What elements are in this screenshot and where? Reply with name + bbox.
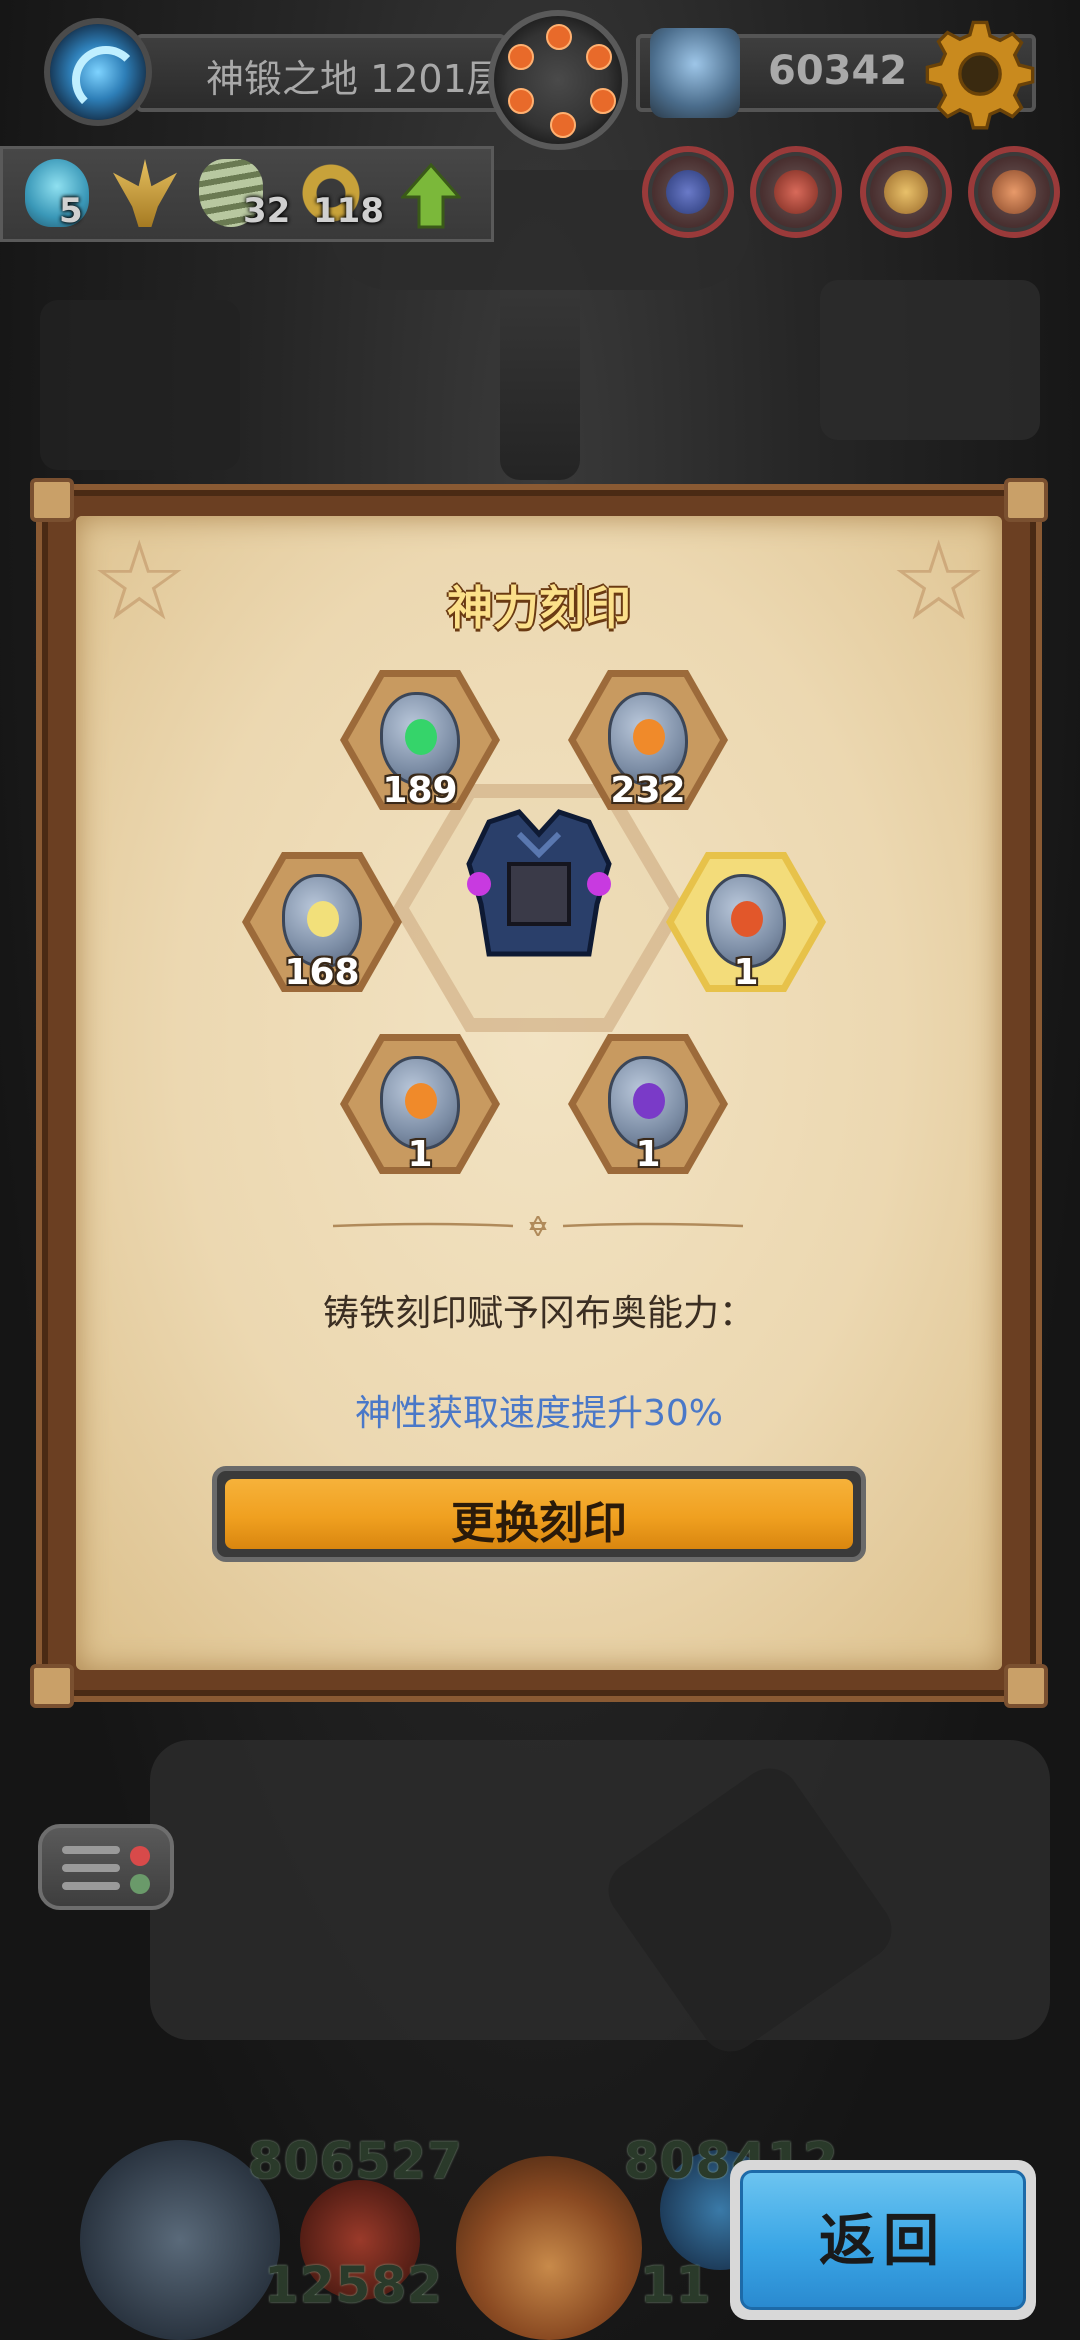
imprint-description: 铸铁刻印赋予冈布奥能力：: [322, 1293, 755, 1334]
hero-avatar[interactable]: [750, 146, 842, 238]
background-anvil: [820, 280, 1040, 440]
background-wall: [150, 1740, 1050, 2040]
hero-avatar[interactable]: [642, 146, 734, 238]
rune-mark: [405, 1083, 437, 1119]
rune-mark: [307, 901, 339, 937]
dragon-ball-wheel-icon[interactable]: [488, 10, 628, 150]
resource-bar: 5 32 118: [0, 146, 494, 242]
wheel-orb: [586, 44, 612, 70]
hero-face-icon: [884, 170, 928, 214]
wheel-orb: [546, 24, 572, 50]
red-indicator-icon: [130, 1846, 150, 1866]
dialog-corner: [30, 478, 74, 522]
wheel-orb: [508, 88, 534, 114]
portal-icon[interactable]: [44, 18, 152, 126]
top-bar: 神锻之地 1201层 60342: [36, 10, 1036, 150]
stat-left: 806527: [248, 2132, 463, 2190]
stat-right-secondary: 11: [640, 2256, 712, 2314]
parchment-panel: ☆ ☆ 神力刻印 189 232 168 1 1 1 铸铁刻印赋予冈布奥能力： …: [76, 516, 1002, 1670]
resource-value: 32: [243, 191, 291, 231]
rune-slot[interactable]: 232: [568, 670, 728, 811]
gold-amount: 60342: [768, 48, 908, 94]
hero-face-icon: [774, 170, 818, 214]
wheel-orb: [508, 44, 534, 70]
dialog-title: 神力刻印: [447, 581, 631, 635]
rune-mark: [633, 1083, 665, 1119]
rune-slot-selected[interactable]: 1: [666, 852, 826, 993]
menu-line: [62, 1882, 120, 1890]
rune-slot[interactable]: 1: [340, 1034, 500, 1175]
rune-mark: [731, 901, 763, 937]
armor-chestplate-icon: [466, 809, 612, 957]
settings-gear-icon[interactable]: [924, 18, 1036, 130]
imprint-dialog: ☆ ☆ 神力刻印 189 232 168 1 1 1 铸铁刻印赋予冈布奥能力： …: [30, 478, 1048, 1708]
rune-mark: [633, 719, 665, 755]
dialog-corner: [1004, 478, 1048, 522]
dialog-corner: [30, 1664, 74, 1708]
resource-value: 118: [313, 191, 384, 231]
slot-count: 168: [284, 952, 360, 993]
wheel-orb: [590, 88, 616, 114]
portal-swirl: [72, 46, 140, 114]
king-character-icon[interactable]: [456, 2156, 642, 2340]
rune-slot[interactable]: 1: [568, 1034, 728, 1175]
floor-label: 神锻之地 1201层: [206, 57, 505, 101]
dialog-corner: [1004, 1664, 1048, 1708]
slot-count: 189: [382, 770, 458, 811]
wheel-orb: [550, 112, 576, 138]
hero-avatar[interactable]: [860, 146, 952, 238]
slot-count: 1: [635, 1134, 661, 1175]
rune-mark: [405, 719, 437, 755]
slot-count: 1: [733, 952, 759, 993]
imprint-effect: 神性获取速度提升30%: [354, 1393, 724, 1434]
golden-candelabra-icon: [113, 159, 177, 227]
resource-value: 5: [59, 191, 83, 231]
hero-avatar[interactable]: [968, 146, 1060, 238]
rune-slot[interactable]: 189: [340, 670, 500, 811]
slot-count: 1: [407, 1134, 433, 1175]
green-indicator-icon: [130, 1874, 150, 1894]
background-crate: [40, 300, 240, 470]
back-label: 返回: [819, 2209, 947, 2274]
slot-count: 232: [610, 770, 686, 811]
ornamental-divider: [332, 1216, 744, 1236]
menu-line: [62, 1864, 120, 1872]
hero-face-icon: [666, 170, 710, 214]
rune-slot[interactable]: 168: [242, 852, 402, 993]
back-button[interactable]: 返回: [730, 2160, 1036, 2320]
menu-line: [62, 1846, 120, 1854]
swap-imprint-label: 更换刻印: [451, 1498, 627, 1549]
upgrade-arrow-icon[interactable]: [401, 163, 461, 229]
stat-left-secondary: 12582: [264, 2256, 443, 2314]
hero-face-icon: [992, 170, 1036, 214]
menu-list-button[interactable]: [38, 1824, 174, 1910]
swap-imprint-button[interactable]: 更换刻印: [212, 1466, 866, 1562]
yeti-icon: [650, 28, 740, 118]
